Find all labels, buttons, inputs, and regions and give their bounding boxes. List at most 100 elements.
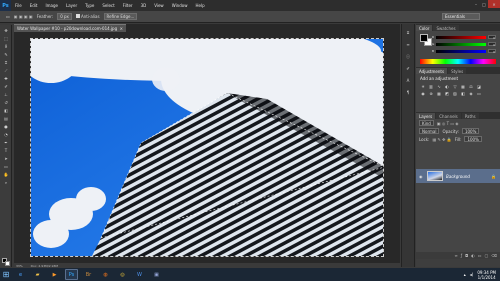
paragraph-icon[interactable]: ¶ — [404, 90, 412, 96]
windows-start-icon[interactable]: ⊞ — [0, 268, 12, 281]
filter-icons[interactable]: ▣ ◎ T ▭ ◈ — [437, 121, 459, 126]
feather-input[interactable]: 0 px — [57, 13, 72, 20]
hand-tool-icon[interactable]: ✋ — [2, 171, 10, 177]
r-value[interactable]: 0 — [488, 35, 496, 40]
healing-tool-icon[interactable]: ✚ — [2, 75, 10, 81]
group-icon[interactable]: ▭ — [478, 253, 482, 258]
brush-preset-icon[interactable]: ✐ — [404, 66, 412, 72]
color-lookup-icon[interactable]: ▦ — [436, 90, 442, 96]
path-select-icon[interactable]: ➤ — [2, 155, 10, 161]
fx-icon[interactable]: ƒ — [461, 253, 462, 258]
minimize-icon[interactable]: – — [472, 0, 480, 8]
blend-mode-select[interactable]: Normal — [419, 128, 440, 134]
info-icon[interactable]: ⓘ — [404, 54, 412, 60]
close-icon[interactable]: ✕ — [488, 0, 500, 8]
mask-icon[interactable]: ◘ — [465, 253, 468, 258]
image-canvas[interactable] — [30, 38, 384, 257]
menu-3d[interactable]: 3D — [137, 3, 151, 8]
volume-icon[interactable]: ◂) — [470, 272, 474, 277]
menu-view[interactable]: View — [150, 3, 168, 8]
gradient-tool-icon[interactable]: ▤ — [2, 115, 10, 121]
workspace-select[interactable]: Essentials — [442, 13, 480, 20]
b-slider[interactable] — [436, 50, 486, 53]
menu-select[interactable]: Select — [98, 3, 118, 8]
chrome-icon[interactable]: ◎ — [116, 269, 129, 280]
color-balance-icon[interactable]: ⚖ — [468, 83, 474, 89]
refine-edge-button[interactable]: Refine Edge... — [103, 13, 138, 20]
blur-tool-icon[interactable]: ● — [2, 123, 10, 129]
crop-tool-icon[interactable]: ⌗ — [2, 59, 10, 65]
character-icon[interactable]: A — [404, 78, 412, 84]
menu-filter[interactable]: Filter — [119, 3, 137, 8]
menu-help[interactable]: Help — [191, 3, 208, 8]
dodge-tool-icon[interactable]: ◔ — [2, 131, 10, 137]
marquee-tool-icon[interactable]: ▭ — [6, 14, 10, 19]
curves-icon[interactable]: ∿ — [436, 83, 442, 89]
bridge-icon[interactable]: Br — [82, 269, 95, 280]
app-icon[interactable]: ▣ — [150, 269, 163, 280]
clock[interactable]: 09:34 PM 1/1/2014 — [477, 270, 496, 280]
firefox-icon[interactable]: ◍ — [99, 269, 112, 280]
word-icon[interactable]: W — [133, 269, 146, 280]
menu-layer[interactable]: Layer — [62, 3, 81, 8]
lock-icons[interactable]: ▦ ✎ ✥ 🔒 — [432, 137, 451, 142]
eyedropper-tool-icon[interactable]: ⟋ — [2, 67, 10, 73]
levels-icon[interactable]: ▥ — [428, 83, 434, 89]
explorer-icon[interactable]: ▰ — [31, 269, 44, 280]
g-slider[interactable] — [436, 43, 486, 46]
black-white-icon[interactable]: ◪ — [476, 83, 482, 89]
layer-kind-select[interactable]: Kind — [419, 120, 434, 126]
properties-icon[interactable]: ≡ — [404, 42, 412, 48]
r-slider[interactable] — [436, 36, 486, 39]
menu-image[interactable]: Image — [41, 3, 62, 8]
hue-saturation-icon[interactable]: ▦ — [460, 83, 466, 89]
shape-tool-icon[interactable]: ▭ — [2, 163, 10, 169]
channel-mixer-icon[interactable]: ⊛ — [428, 90, 434, 96]
visibility-eye-icon[interactable]: ◉ — [419, 174, 424, 179]
close-tab-icon[interactable]: × — [120, 26, 123, 31]
panel-foreground-swatch[interactable] — [420, 34, 428, 42]
b-value[interactable]: 0 — [488, 49, 496, 54]
opacity-input[interactable]: 100% — [461, 128, 480, 134]
quick-select-tool-icon[interactable]: ✎ — [2, 51, 10, 57]
vibrance-icon[interactable]: ▽ — [452, 83, 458, 89]
color-spectrum[interactable] — [420, 59, 496, 64]
menu-type[interactable]: Type — [81, 3, 98, 8]
threshold-icon[interactable]: ◧ — [460, 90, 466, 96]
pen-tool-icon[interactable]: ✒ — [2, 139, 10, 145]
background-color-swatch[interactable] — [5, 261, 10, 266]
move-tool-icon[interactable]: ✥ — [2, 27, 10, 33]
stamp-tool-icon[interactable]: ⊥ — [2, 91, 10, 97]
exposure-icon[interactable]: ◐ — [444, 83, 450, 89]
type-tool-icon[interactable]: T — [2, 147, 10, 153]
brush-tool-icon[interactable]: ✐ — [2, 83, 10, 89]
media-player-icon[interactable]: ▶ — [48, 269, 61, 280]
history-icon[interactable]: ⧖ — [404, 30, 412, 36]
selective-color-icon[interactable]: ◈ — [468, 90, 474, 96]
fill-input[interactable]: 100% — [464, 136, 482, 142]
history-brush-icon[interactable]: ↺ — [2, 99, 10, 105]
anti-alias-checkbox[interactable]: Anti-alias — [75, 14, 100, 19]
photo-filter-icon[interactable]: ◉ — [420, 90, 426, 96]
eraser-tool-icon[interactable]: ◧ — [2, 107, 10, 113]
layer-background[interactable]: ◉ Background 🔒 — [416, 169, 500, 183]
brightness-icon[interactable]: ☀ — [420, 83, 426, 89]
link-icon[interactable]: ∞ — [454, 253, 457, 258]
invert-icon[interactable]: ◩ — [444, 90, 450, 96]
photoshop-taskbar-icon[interactable]: Ps — [65, 269, 78, 280]
selection-mode-icons[interactable]: ▣ ▣ ▣ ▣ — [14, 14, 33, 19]
adjustment-layer-icon[interactable]: ◐ — [471, 253, 475, 258]
document-tab[interactable]: Water Wallpaper #10 - p20download.com-01… — [14, 24, 126, 32]
menu-edit[interactable]: Edit — [26, 3, 42, 8]
g-value[interactable]: 0 — [488, 42, 496, 47]
lasso-tool-icon[interactable]: ϑ — [2, 43, 10, 49]
zoom-tool-icon[interactable]: ⌕ — [2, 179, 10, 185]
new-layer-icon[interactable]: ▢ — [485, 253, 489, 258]
marquee-tool-icon[interactable]: ⬚ — [2, 35, 10, 41]
maximize-icon[interactable]: □ — [480, 0, 488, 8]
posterize-icon[interactable]: ▨ — [452, 90, 458, 96]
network-icon[interactable]: ▴ — [464, 272, 466, 277]
menu-window[interactable]: Window — [168, 3, 192, 8]
menu-file[interactable]: File — [11, 3, 26, 8]
trash-icon[interactable]: ⌫ — [491, 253, 497, 258]
